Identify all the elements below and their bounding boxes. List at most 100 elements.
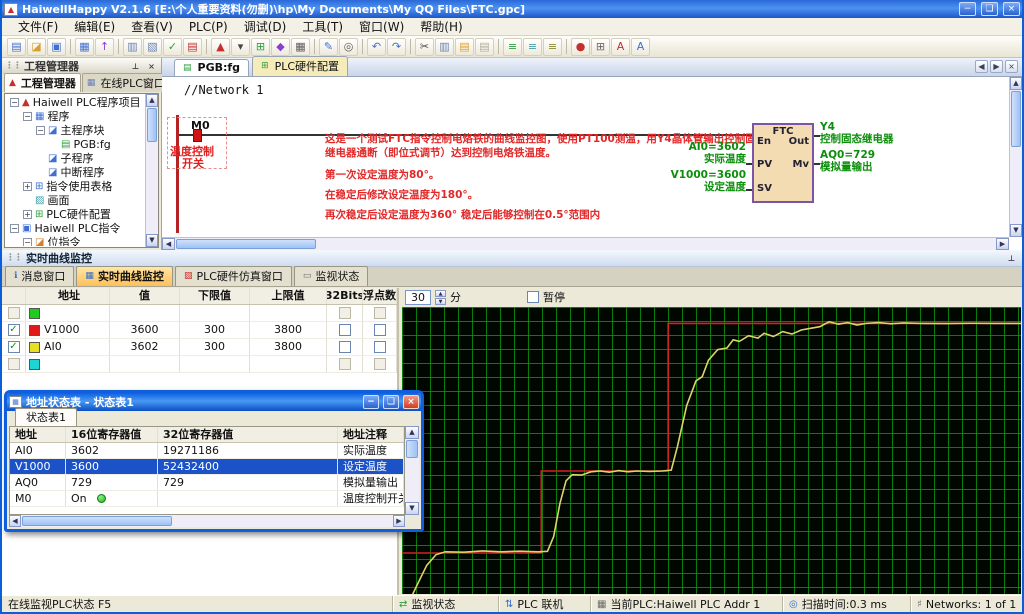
- tab-pgb-fg[interactable]: ▤ PGB:fg: [174, 59, 249, 76]
- new-file-button[interactable]: ▤: [7, 38, 26, 56]
- restore-button[interactable]: ❏: [981, 2, 998, 16]
- tree-expander-icon[interactable]: −: [10, 98, 19, 107]
- save-all-button[interactable]: ▦: [75, 38, 94, 56]
- compile-button[interactable]: ●: [571, 38, 590, 56]
- scroll-right-icon[interactable]: ▶: [996, 238, 1009, 250]
- print-button[interactable]: ▥: [123, 38, 142, 56]
- minimize-button[interactable]: −: [363, 395, 379, 409]
- scroll-down-icon[interactable]: ▼: [405, 502, 419, 515]
- tree-item-中断程序[interactable]: ◪中断程序: [6, 165, 144, 179]
- row-checkbox[interactable]: [8, 358, 20, 370]
- ftc-instruction-block[interactable]: FTC En Out PV Mv SV: [752, 123, 814, 203]
- tree-expander-icon[interactable]: −: [10, 224, 19, 233]
- status-row-M0[interactable]: M0On温度控制开关: [10, 491, 404, 507]
- scroll-thumb[interactable]: [1011, 91, 1021, 147]
- maximize-button[interactable]: ❏: [383, 395, 399, 409]
- save-button[interactable]: ▣: [47, 38, 66, 56]
- menu-item-1[interactable]: 编辑(E): [66, 17, 123, 36]
- row-checkbox[interactable]: [8, 307, 20, 319]
- tree-item-PLC硬件配置[interactable]: +⊞PLC硬件配置: [6, 207, 144, 221]
- ladder-network-button[interactable]: ≡: [503, 38, 522, 56]
- pin-icon[interactable]: ⊥: [1005, 252, 1018, 264]
- ladder-canvas[interactable]: //Network 1 M0 温度控制 开关 这是一个测试FTC指令控制电烙铁的…: [162, 77, 1009, 237]
- float-checkbox[interactable]: [374, 358, 386, 370]
- comm-config-button[interactable]: ◆: [271, 38, 290, 56]
- print-preview-button[interactable]: ▧: [143, 38, 162, 56]
- status-row-AI0[interactable]: AI0360219271186实际温度: [10, 443, 404, 459]
- ladder-branch-button[interactable]: ≡: [523, 38, 542, 56]
- edit-program-button[interactable]: ✎: [319, 38, 338, 56]
- step-up-icon[interactable]: ▲: [435, 290, 446, 297]
- tab-realtime-curve[interactable]: ▦ 实时曲线监控: [76, 266, 173, 286]
- float-checkbox[interactable]: [374, 307, 386, 319]
- editor-vscrollbar[interactable]: ▲ ▼: [1009, 77, 1022, 237]
- bits32-checkbox[interactable]: [339, 324, 351, 336]
- status-row-AQ0[interactable]: AQ0729729模拟量输出: [10, 475, 404, 491]
- tree-item-主程序块[interactable]: −◪主程序块: [6, 123, 144, 137]
- bits32-checkbox[interactable]: [339, 341, 351, 353]
- menu-item-2[interactable]: 查看(V): [123, 17, 181, 36]
- scroll-left-icon[interactable]: ◀: [162, 238, 175, 250]
- menu-item-3[interactable]: PLC(P): [181, 19, 236, 35]
- monitor-row-AI0[interactable]: ✓AI036023003800: [2, 339, 397, 356]
- ladder-element-button[interactable]: ≡: [543, 38, 562, 56]
- cut-button[interactable]: ✂: [415, 38, 434, 56]
- menu-item-0[interactable]: 文件(F): [10, 17, 66, 36]
- scroll-down-icon[interactable]: ▼: [146, 234, 158, 247]
- scroll-left-icon[interactable]: ◀: [9, 515, 21, 527]
- tree-expander-icon[interactable]: +: [23, 210, 32, 219]
- monitor-row-3[interactable]: [2, 356, 397, 373]
- row-checkbox[interactable]: ✓: [8, 341, 20, 353]
- pause-checkbox[interactable]: [527, 291, 539, 303]
- tree-item-画面[interactable]: ▨画面: [6, 193, 144, 207]
- delete-button[interactable]: ▤: [475, 38, 494, 56]
- menu-item-7[interactable]: 帮助(H): [412, 17, 470, 36]
- bits32-checkbox[interactable]: [339, 358, 351, 370]
- paste-button[interactable]: ▤: [455, 38, 474, 56]
- float-checkbox[interactable]: [374, 341, 386, 353]
- syntax-check-button[interactable]: A: [611, 38, 630, 56]
- tab-online-plc-window[interactable]: ▦ 在线PLC窗口: [82, 73, 170, 92]
- monitor-row-V1000[interactable]: ✓V100036003003800: [2, 322, 397, 339]
- contact-symbol[interactable]: [193, 129, 202, 142]
- dock-grip[interactable]: ⋮⋮: [6, 253, 22, 263]
- tree-item-PGB:fg[interactable]: ▤PGB:fg: [6, 137, 144, 151]
- tree-expander-icon[interactable]: −: [23, 238, 32, 247]
- tab-monitor-status[interactable]: ▭ 监视状态: [294, 266, 369, 286]
- bits32-checkbox[interactable]: [339, 307, 351, 319]
- tree-expander-icon[interactable]: −: [36, 126, 45, 135]
- menu-item-6[interactable]: 窗口(W): [351, 17, 412, 36]
- row-checkbox[interactable]: ✓: [8, 324, 20, 336]
- tab-project-manager[interactable]: ▲ 工程管理器: [4, 73, 81, 92]
- tab-message-window[interactable]: ℹ 消息窗口: [5, 266, 74, 286]
- close-button[interactable]: ×: [1003, 2, 1020, 16]
- tab-scroll-right-icon[interactable]: ▶: [990, 60, 1003, 73]
- wizard-dropdown-button[interactable]: ▾: [231, 38, 250, 56]
- editor-hscrollbar[interactable]: ◀ ▶: [162, 237, 1009, 250]
- open-file-button[interactable]: ◪: [27, 38, 46, 56]
- scroll-thumb[interactable]: [176, 239, 316, 249]
- tree-expander-icon[interactable]: +: [23, 182, 32, 191]
- page-check-button[interactable]: ✓: [163, 38, 182, 56]
- scroll-thumb[interactable]: [147, 108, 157, 142]
- find-button[interactable]: ◎: [339, 38, 358, 56]
- instruction-wizard-button[interactable]: ▲: [211, 38, 230, 56]
- scroll-up-icon[interactable]: ▲: [1010, 77, 1022, 90]
- time-window-stepper[interactable]: ▲▼: [435, 290, 446, 305]
- tree-item-位指令[interactable]: −◪位指令: [6, 235, 144, 246]
- redo-button[interactable]: ↷: [387, 38, 406, 56]
- tab-close-icon[interactable]: ×: [1005, 60, 1018, 73]
- undo-button[interactable]: ↶: [367, 38, 386, 56]
- pin-icon[interactable]: ⊥: [129, 60, 142, 72]
- tab-plc-hardware-config[interactable]: ⊞ PLC硬件配置: [252, 56, 348, 76]
- tab-status-table-1[interactable]: 状态表1: [15, 408, 77, 426]
- tree-expander-icon[interactable]: −: [23, 112, 32, 121]
- float-checkbox[interactable]: [374, 324, 386, 336]
- scroll-thumb[interactable]: [406, 440, 418, 458]
- tree-item-指令使用表格[interactable]: +⊞指令使用表格: [6, 179, 144, 193]
- tree-item-子程序[interactable]: ◪子程序: [6, 151, 144, 165]
- status-row-V1000[interactable]: V1000360052432400设定温度: [10, 459, 404, 475]
- status-window-hscrollbar[interactable]: ◀ ▶: [9, 515, 405, 527]
- font-button[interactable]: A: [631, 38, 650, 56]
- scroll-thumb[interactable]: [22, 516, 172, 526]
